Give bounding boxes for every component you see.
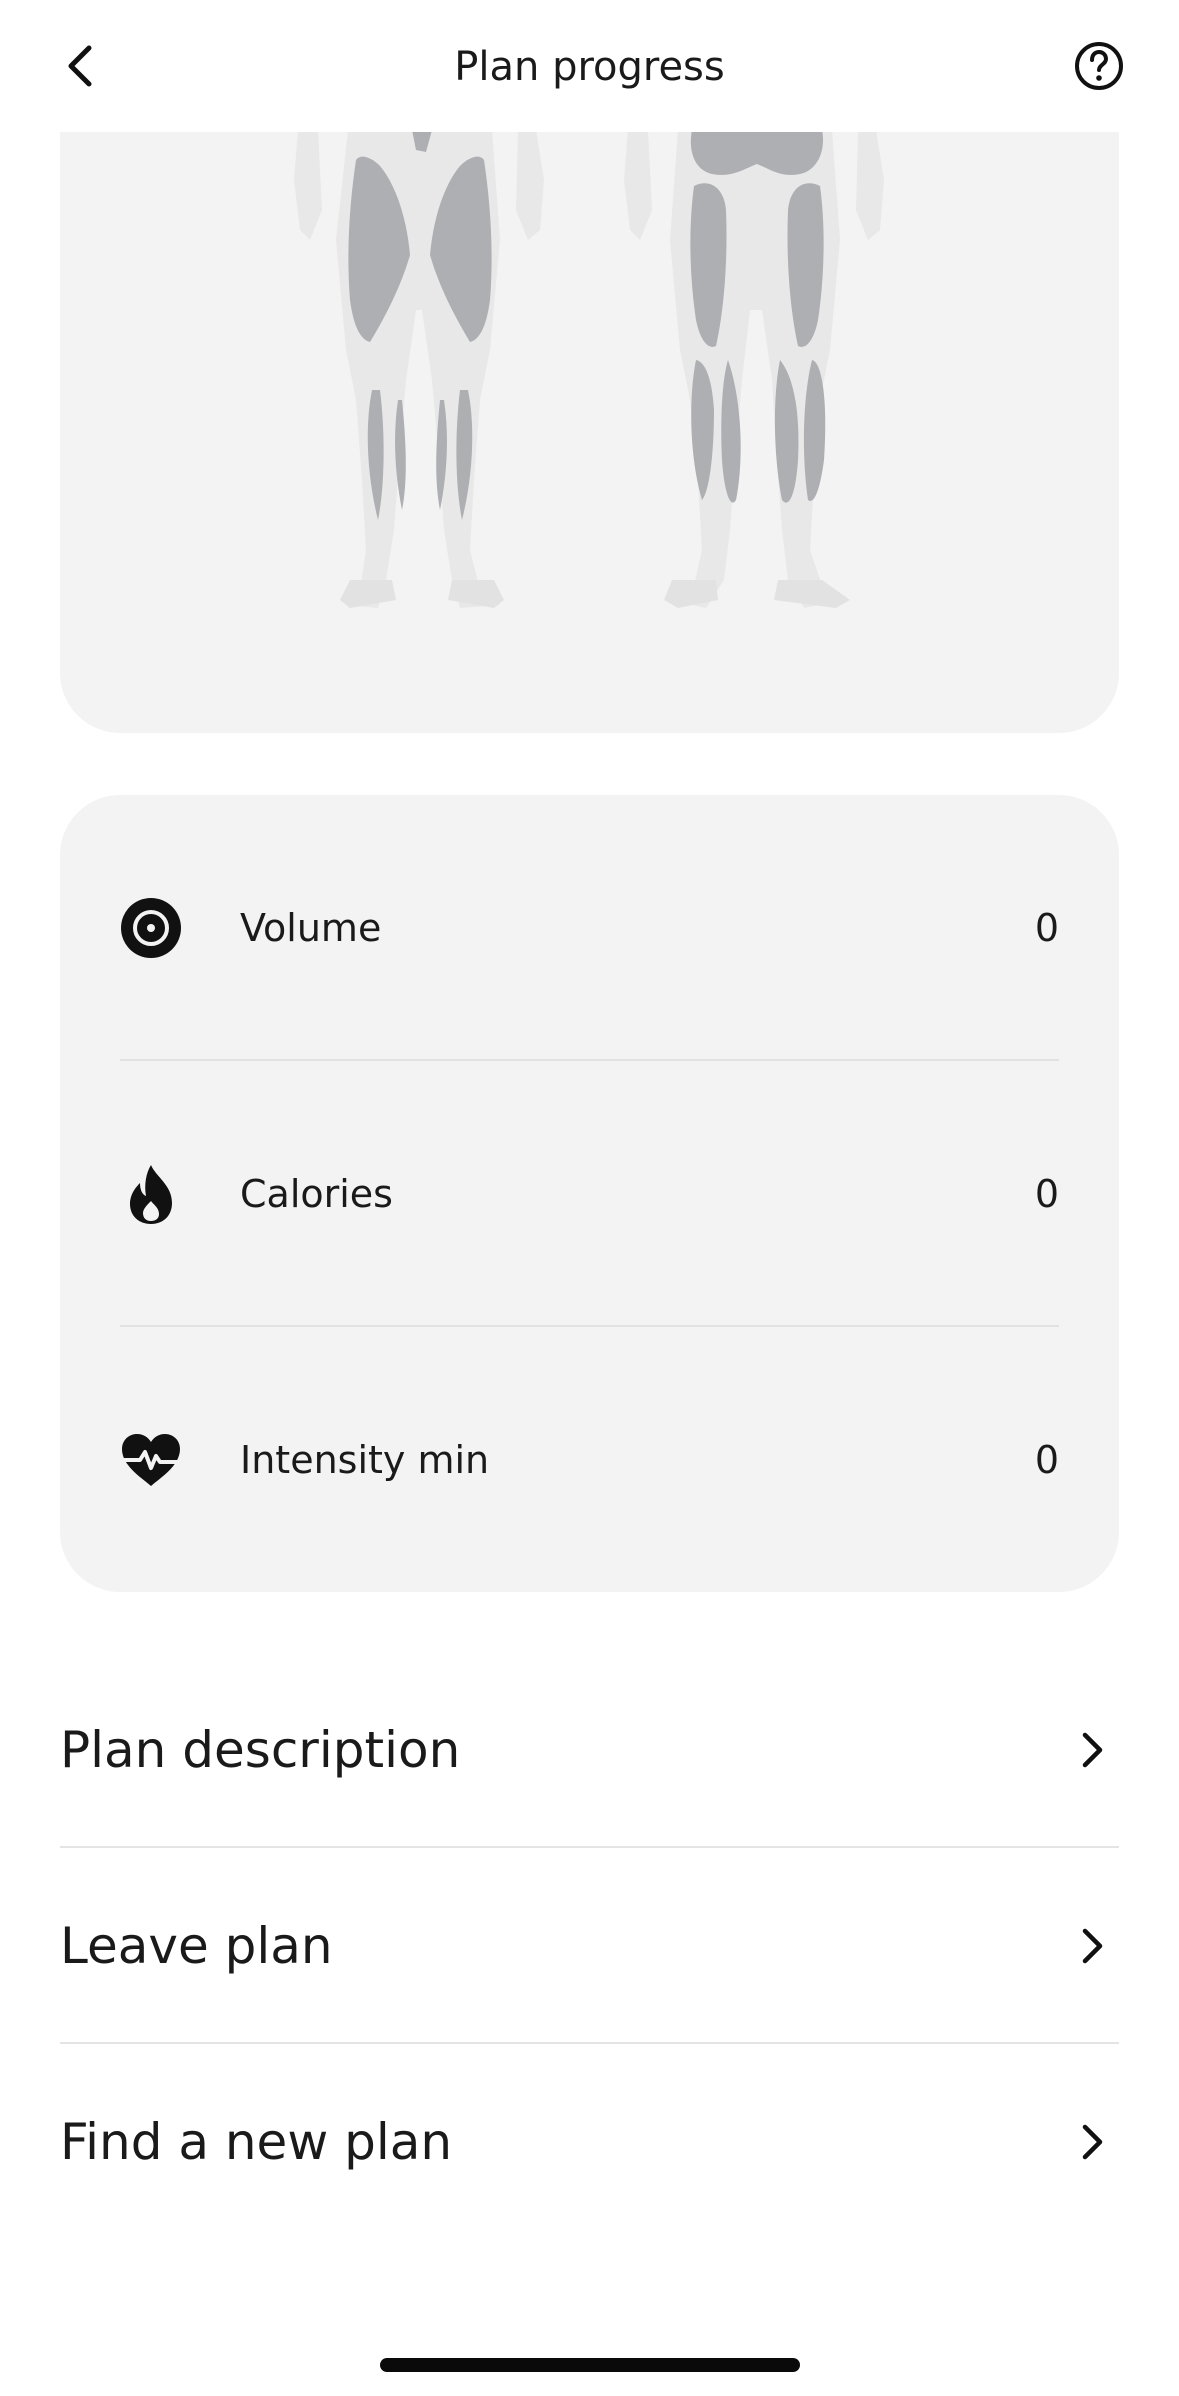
heart-pulse-icon — [120, 1429, 182, 1491]
top-navigation-bar: Plan progress — [0, 0, 1179, 132]
volume-target-icon — [120, 897, 182, 959]
menu-item-label: Plan description — [60, 1721, 461, 1779]
stat-row-volume: Volume 0 — [120, 795, 1059, 1061]
stat-label: Intensity min — [240, 1438, 490, 1482]
question-circle-icon — [1075, 42, 1123, 90]
stat-label: Calories — [240, 1172, 393, 1216]
stat-value: 0 — [1034, 1438, 1059, 1482]
muscle-map-card — [60, 60, 1119, 733]
progress-stats-card: Volume 0 Calories 0 Intensity min 0 — [60, 795, 1119, 1592]
back-body-figure — [624, 130, 884, 608]
home-indicator[interactable] — [380, 2358, 800, 2372]
stat-row-calories: Calories 0 — [120, 1061, 1059, 1327]
flame-icon — [120, 1163, 182, 1225]
help-button[interactable] — [1071, 38, 1127, 94]
chevron-right-icon — [1073, 1926, 1113, 1966]
page-title: Plan progress — [454, 44, 725, 90]
leave-plan-item[interactable]: Leave plan — [60, 1848, 1119, 2044]
front-body-figure — [294, 130, 544, 608]
chevron-right-icon — [1073, 2122, 1113, 2162]
menu-item-label: Leave plan — [60, 1917, 333, 1975]
chevron-right-icon — [1073, 1730, 1113, 1770]
stat-value: 0 — [1034, 1172, 1059, 1216]
find-new-plan-item[interactable]: Find a new plan — [60, 2044, 1119, 2240]
muscle-map-figure — [294, 130, 884, 608]
stat-value: 0 — [1034, 906, 1059, 950]
plan-description-item[interactable]: Plan description — [60, 1652, 1119, 1848]
stat-label: Volume — [240, 906, 382, 950]
menu-item-label: Find a new plan — [60, 2113, 453, 2171]
stat-row-intensity: Intensity min 0 — [120, 1327, 1059, 1593]
